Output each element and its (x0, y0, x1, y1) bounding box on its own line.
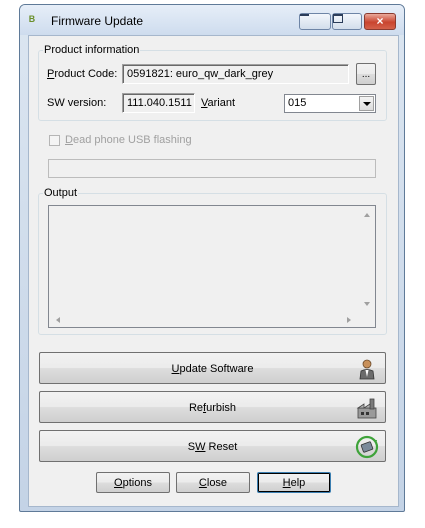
variant-select[interactable]: 015 (284, 94, 376, 113)
dead-phone-checkbox[interactable] (49, 135, 60, 146)
output-legend: Output (44, 187, 78, 199)
flash-progress-bar (48, 159, 376, 178)
product-code-field[interactable]: 0591821: euro_qw_dark_grey (122, 64, 349, 84)
sw-reset-button[interactable]: SW Reset (39, 430, 386, 462)
options-button[interactable]: Options (96, 472, 170, 493)
help-button[interactable]: Help (257, 472, 331, 493)
factory-icon (356, 398, 377, 419)
window-title: Firmware Update (51, 14, 144, 28)
dead-phone-label: Dead phone USB flashing (65, 134, 192, 146)
close-button[interactable]: Close (176, 472, 250, 493)
dialog-body: Product information Product Code: 059182… (28, 35, 399, 507)
browse-product-button[interactable]: ... (356, 63, 376, 85)
refurbish-label: Refurbish (188, 402, 237, 414)
variant-selected-value: 015 (288, 97, 307, 109)
person-icon (359, 359, 375, 380)
maximize-button[interactable] (332, 13, 362, 30)
minimize-icon (300, 14, 309, 16)
variant-label: Variant (201, 97, 236, 109)
close-icon: × (376, 14, 384, 28)
scroll-up-icon[interactable] (364, 213, 370, 217)
refurbish-button[interactable]: Refurbish (39, 391, 386, 423)
minimize-button[interactable] (299, 13, 331, 30)
sw-version-label: SW version: (47, 97, 107, 109)
chevron-down-icon[interactable] (359, 96, 374, 111)
reset-chip-icon (355, 435, 379, 459)
update-software-label: Update Software (171, 363, 254, 375)
scroll-down-icon[interactable] (364, 302, 370, 306)
product-information-legend: Product information (44, 44, 140, 56)
update-software-button[interactable]: Update Software (39, 352, 386, 384)
product-code-label: Product Code: (47, 68, 118, 80)
output-log-area[interactable] (48, 205, 376, 328)
sw-version-field[interactable]: 111.040.1511 (122, 93, 195, 113)
scroll-left-icon[interactable] (56, 317, 60, 323)
title-bar[interactable]: ᴮ Firmware Update × (20, 5, 404, 35)
sw-reset-label: SW Reset (187, 441, 238, 453)
firmware-update-window: ᴮ Firmware Update × Product information … (19, 4, 405, 512)
maximize-icon (333, 14, 343, 23)
firmware-app-icon: ᴮ (29, 13, 35, 28)
scroll-right-icon[interactable] (347, 317, 351, 323)
close-window-button[interactable]: × (364, 13, 396, 30)
